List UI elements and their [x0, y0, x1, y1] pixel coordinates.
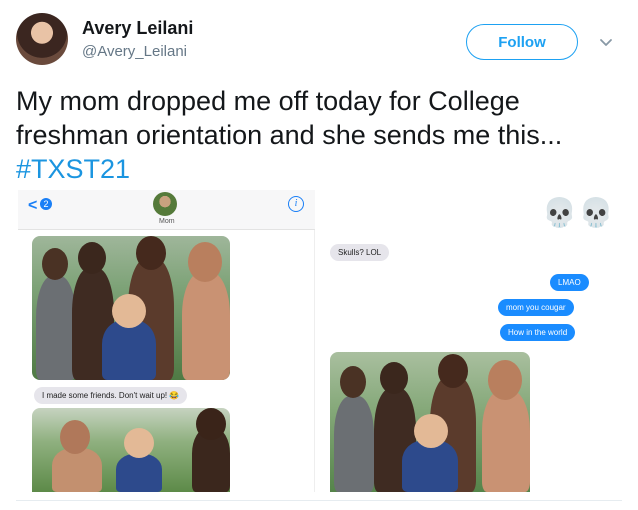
unread-badge: 2	[40, 198, 52, 210]
user-handle[interactable]: @Avery_Leilani	[82, 43, 187, 60]
contact-avatar	[153, 192, 177, 216]
contact-name: Mom	[159, 218, 175, 225]
media-image-left[interactable]: < 2 Mom i I made some friends. Don't wai…	[18, 190, 315, 492]
tweet-body: My mom dropped me off today for College …	[16, 86, 563, 150]
display-name[interactable]: Avery Leilani	[82, 18, 193, 39]
imessage-header: < 2 Mom i	[18, 190, 315, 230]
message-bubble-sent: mom you cougar	[498, 299, 574, 316]
tweet-text: My mom dropped me off today for College …	[16, 84, 616, 186]
group-selfie-photo	[32, 236, 230, 380]
second-selfie-photo	[32, 408, 230, 492]
message-bubble-sent: How in the world	[500, 324, 576, 341]
chevron-down-icon[interactable]	[597, 34, 615, 52]
divider	[16, 500, 622, 501]
avatar[interactable]	[16, 13, 68, 65]
back-chevron-icon: <	[28, 197, 38, 214]
skull-emojis: 💀💀	[542, 197, 616, 228]
hashtag-link[interactable]: #TXST21	[16, 154, 130, 184]
group-selfie-photo-large	[330, 352, 530, 492]
media-image-right[interactable]: 💀💀 Skulls? LOL LMAO mom you cougar How i…	[324, 190, 616, 492]
message-bubble-received: I made some friends. Don't wait up! 😂	[34, 387, 188, 404]
info-icon: i	[288, 196, 304, 212]
message-bubble-received: Skulls? LOL	[330, 244, 390, 261]
message-bubble-sent: LMAO	[550, 274, 589, 291]
tweet-media[interactable]: < 2 Mom i I made some friends. Don't wai…	[18, 190, 616, 492]
follow-button[interactable]: Follow	[466, 24, 578, 60]
